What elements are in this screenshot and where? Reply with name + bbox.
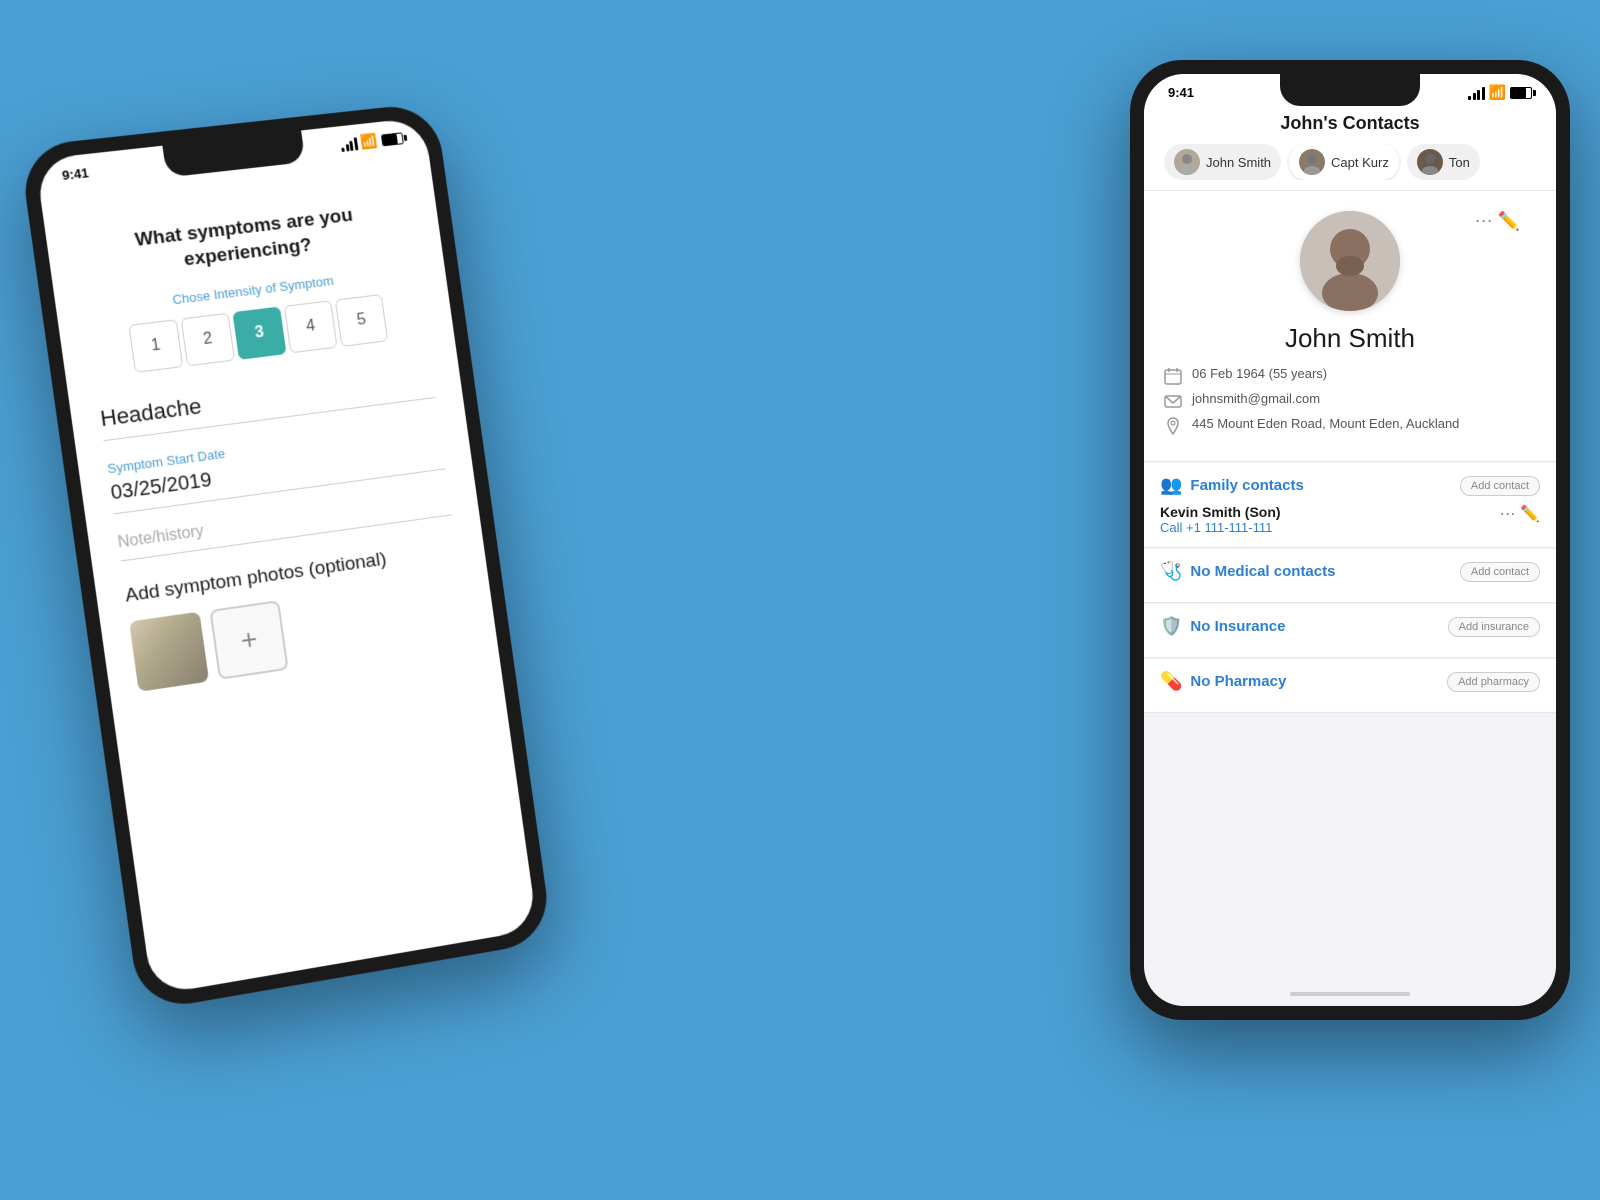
address-row: 445 Mount Eden Road, Mount Eden, Aucklan…	[1164, 416, 1536, 435]
avatar-ton-svg	[1417, 149, 1443, 175]
medical-header: 🩺 No Medical contacts Add contact	[1160, 561, 1540, 582]
insurance-header: 🛡️ No Insurance Add insurance	[1160, 616, 1540, 637]
pharmacy-header: 💊 No Pharmacy Add pharmacy	[1160, 671, 1540, 692]
dob-row: 06 Feb 1964 (55 years)	[1164, 366, 1536, 385]
family-icon: 👥	[1160, 475, 1182, 496]
family-contacts-section: 👥 Family contacts Add contact Kevin Smit…	[1144, 463, 1556, 548]
family-contacts-title: Family contacts	[1190, 477, 1303, 494]
insurance-icon: 🛡️	[1160, 616, 1182, 637]
intensity-2[interactable]: 2	[181, 313, 236, 367]
home-indicator-right	[1290, 992, 1410, 996]
profile-name: John Smith	[1285, 323, 1415, 354]
photo-thumbnail[interactable]	[129, 612, 209, 692]
location-icon	[1164, 417, 1182, 435]
profile-info: 06 Feb 1964 (55 years) johnsmith@gmail.c…	[1164, 366, 1536, 441]
time-right: 9:41	[1168, 85, 1194, 100]
wifi-icon-right: 📶	[1489, 84, 1506, 101]
medical-title-row: 🩺 No Medical contacts	[1160, 561, 1335, 582]
add-insurance-button[interactable]: Add insurance	[1448, 617, 1540, 637]
phone-left-screen: 9:41 📶 What symptoms are you experiencin…	[35, 117, 538, 995]
tab-ton-label: Ton	[1449, 155, 1470, 170]
pharmacy-section: 💊 No Pharmacy Add pharmacy	[1144, 659, 1556, 713]
edit-dots[interactable]: ⋯ ✏️	[1475, 211, 1520, 232]
symptom-screen: What symptoms are you experiencing? Chos…	[39, 147, 499, 716]
pharmacy-title-row: 💊 No Pharmacy	[1160, 671, 1286, 692]
dob-value: 06 Feb 1964 (55 years)	[1192, 366, 1327, 381]
phone-right-screen: 9:41 📶 John's Contacts	[1144, 74, 1556, 1006]
avatar-john-svg	[1174, 149, 1200, 175]
medical-icon: 🩺	[1160, 561, 1182, 582]
intensity-5[interactable]: 5	[335, 294, 388, 347]
contacts-title: John's Contacts	[1164, 113, 1536, 134]
tab-capt-label: Capt Kurz	[1331, 155, 1389, 170]
kevin-smith-entry: Kevin Smith (Son) Call +1 111-111-111 ⋯ …	[1160, 504, 1540, 535]
pharmacy-icon: 💊	[1160, 671, 1182, 692]
insurance-title: No Insurance	[1190, 618, 1285, 635]
kevin-smith-phone[interactable]: Call +1 111-111-111	[1160, 520, 1281, 535]
kevin-smith-name: Kevin Smith (Son)	[1160, 504, 1281, 520]
kevin-smith-info: Kevin Smith (Son) Call +1 111-111-111	[1160, 504, 1281, 535]
insurance-section: 🛡️ No Insurance Add insurance	[1144, 604, 1556, 658]
family-title-row: 👥 Family contacts	[1160, 475, 1304, 496]
profile-section: ⋯ ✏️ John Smith	[1144, 191, 1556, 462]
wifi-icon: 📶	[360, 132, 379, 151]
insurance-title-row: 🛡️ No Insurance	[1160, 616, 1285, 637]
notch-right	[1280, 74, 1420, 106]
signal-icon	[340, 136, 358, 152]
address-value: 445 Mount Eden Road, Mount Eden, Aucklan…	[1192, 416, 1459, 431]
add-photo-button[interactable]: +	[209, 600, 288, 680]
avatar-capt-kurz	[1299, 149, 1325, 175]
signal-icon-right	[1468, 86, 1485, 100]
email-value: johnsmith@gmail.com	[1192, 391, 1320, 406]
entry-dots-kevin[interactable]: ⋯ ✏️	[1500, 504, 1540, 524]
contacts-screen-content: John's Contacts John Smith	[1144, 105, 1556, 1006]
status-icons-left: 📶	[340, 129, 404, 153]
pharmacy-title: No Pharmacy	[1190, 673, 1286, 690]
time-left: 9:41	[61, 165, 90, 183]
family-contacts-header: 👥 Family contacts Add contact	[1160, 475, 1540, 496]
avatar-capt-svg	[1299, 149, 1325, 175]
phone-right: 9:41 📶 John's Contacts	[1130, 60, 1570, 1020]
add-family-contact-button[interactable]: Add contact	[1460, 476, 1540, 496]
profile-avatar	[1300, 211, 1400, 311]
calendar-icon	[1164, 367, 1182, 385]
medical-contacts-title: No Medical contacts	[1190, 563, 1335, 580]
contacts-header: John's Contacts John Smith	[1144, 105, 1556, 191]
battery-icon	[381, 132, 404, 146]
intensity-1[interactable]: 1	[128, 319, 183, 373]
battery-icon-right	[1510, 87, 1532, 99]
avatar-ton	[1417, 149, 1443, 175]
medical-contacts-section: 🩺 No Medical contacts Add contact	[1144, 549, 1556, 603]
phone-left: 9:41 📶 What symptoms are you experiencin…	[19, 102, 553, 1012]
intensity-4[interactable]: 4	[284, 301, 338, 354]
avatar-john-smith	[1174, 149, 1200, 175]
email-row: johnsmith@gmail.com	[1164, 391, 1536, 410]
tab-john-label: John Smith	[1206, 155, 1271, 170]
tab-ton[interactable]: Ton	[1407, 144, 1480, 180]
tab-capt-kurz[interactable]: Capt Kurz	[1289, 144, 1399, 180]
status-icons-right: 📶	[1468, 84, 1532, 101]
tab-john-smith[interactable]: John Smith	[1164, 144, 1281, 180]
intensity-3[interactable]: 3	[232, 307, 286, 360]
add-pharmacy-button[interactable]: Add pharmacy	[1447, 672, 1540, 692]
profile-avatar-svg	[1300, 211, 1400, 311]
contacts-tabs: John Smith Capt Kurz	[1164, 144, 1536, 180]
add-medical-contact-button[interactable]: Add contact	[1460, 562, 1540, 582]
email-icon	[1164, 392, 1182, 410]
